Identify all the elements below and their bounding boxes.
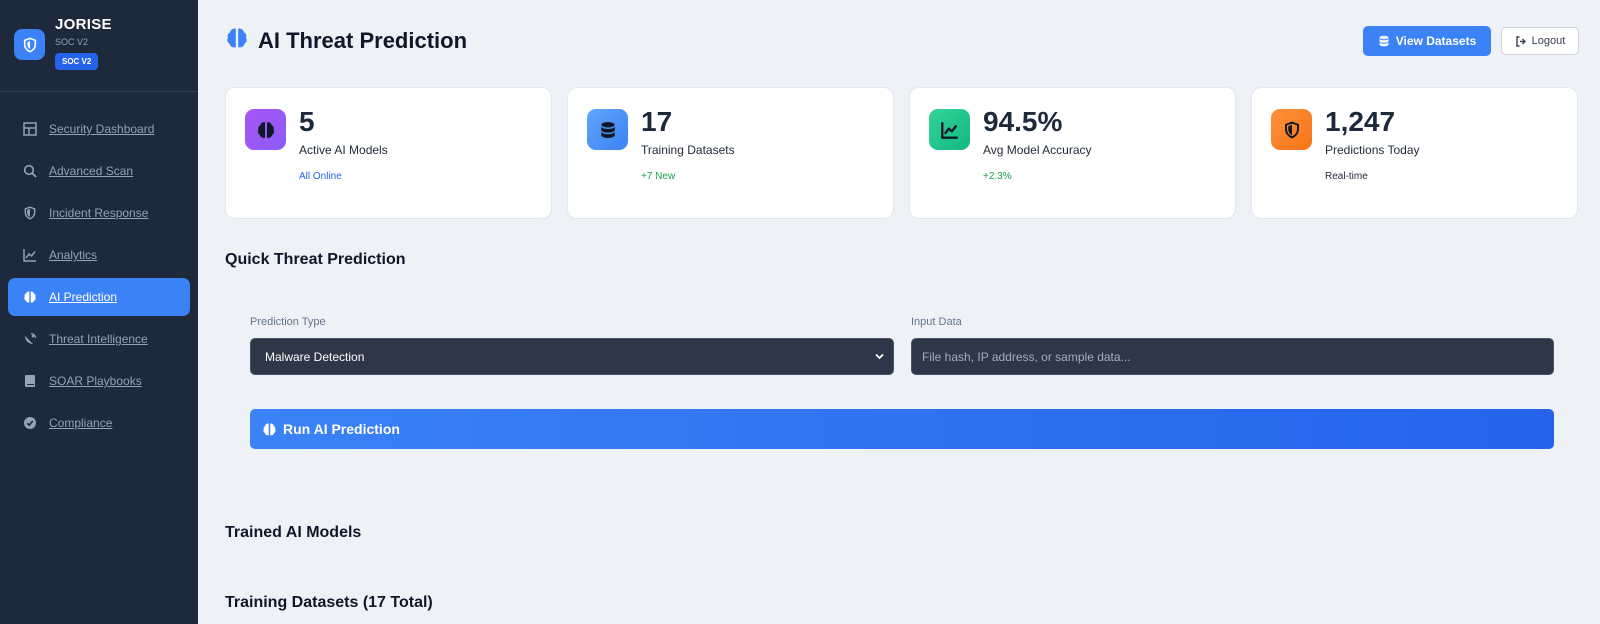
sidebar-item-label: Advanced Scan <box>49 164 134 178</box>
run-ai-prediction-button[interactable]: Run AI Prediction <box>250 409 1554 449</box>
sidebar-item-compliance[interactable]: Compliance <box>8 404 190 442</box>
brain-icon <box>245 109 286 150</box>
shield-logo-icon <box>14 29 45 60</box>
stat-value: 17 <box>641 106 673 137</box>
brain-icon <box>263 423 276 435</box>
logout-button[interactable]: Logout <box>1501 27 1579 55</box>
quick-prediction-title: Quick Threat Prediction <box>225 251 406 268</box>
run-ai-prediction-label: Run AI Prediction <box>283 421 400 437</box>
satellite-dish-icon <box>22 331 38 347</box>
database-icon <box>1379 35 1389 47</box>
line-chart-icon <box>929 109 970 150</box>
prediction-type-value: Malware Detection <box>265 349 365 364</box>
stat-card-active-models: 5 Active AI Models All Online <box>225 87 552 219</box>
sidebar-item-label: Security Dashboard <box>49 122 155 136</box>
logout-label: Logout <box>1531 35 1566 47</box>
search-icon <box>22 163 38 179</box>
brand-subtitle: SOC V2 <box>55 37 89 47</box>
line-chart-icon <box>22 247 38 263</box>
stat-note: Real-time <box>1325 171 1368 182</box>
stat-card-model-accuracy: 94.5% Avg Model Accuracy +2.3% <box>909 87 1236 219</box>
check-badge-icon <box>22 415 38 431</box>
page-header: AI Threat Prediction <box>225 26 467 55</box>
brand: JORISE SOC V2 SOC V2 <box>0 0 198 92</box>
page-title: AI Threat Prediction <box>258 27 468 53</box>
view-datasets-button[interactable]: View Datasets <box>1363 26 1491 56</box>
stat-note: +7 New <box>641 171 676 182</box>
sidebar-item-label: AI Prediction <box>49 290 118 304</box>
database-icon <box>587 109 628 150</box>
sidebar-item-advanced-scan[interactable]: Advanced Scan <box>8 152 190 190</box>
stat-note: All Online <box>299 171 342 182</box>
prediction-type-label: Prediction Type <box>250 316 326 328</box>
brain-icon <box>22 289 38 305</box>
brain-icon <box>225 26 249 55</box>
stat-label: Predictions Today <box>1325 143 1420 157</box>
sidebar-item-label: Compliance <box>49 416 113 430</box>
main-content: AI Threat Prediction View Datasets Logou… <box>198 0 1600 624</box>
stat-value: 1,247 <box>1325 106 1396 137</box>
stat-value: 5 <box>299 106 315 137</box>
sidebar-item-label: Analytics <box>49 248 98 262</box>
input-data-label: Input Data <box>911 316 962 328</box>
sidebar-item-label: Incident Response <box>49 206 149 220</box>
sidebar-item-security-dashboard[interactable]: Security Dashboard <box>8 110 190 148</box>
sidebar-item-analytics[interactable]: Analytics <box>8 236 190 274</box>
dashboard-grid-icon <box>22 121 38 137</box>
stat-label: Training Datasets <box>641 143 735 157</box>
chevron-down-icon <box>875 353 884 360</box>
book-icon <box>22 373 38 389</box>
shield-half-icon <box>1271 109 1312 150</box>
brand-badge: SOC V2 <box>55 53 99 70</box>
input-data-field[interactable] <box>911 338 1554 375</box>
training-datasets-title: Training Datasets (17 Total) <box>225 594 433 611</box>
stats-row: 5 Active AI Models All Online 17 Trainin… <box>225 87 1578 219</box>
stat-card-predictions-today: 1,247 Predictions Today Real-time <box>1251 87 1578 219</box>
view-datasets-label: View Datasets <box>1395 34 1477 48</box>
sidebar-nav: Security Dashboard Advanced Scan Inciden… <box>0 92 198 442</box>
sidebar-item-incident-response[interactable]: Incident Response <box>8 194 190 232</box>
stat-note: +2.3% <box>983 171 1012 182</box>
sidebar: JORISE SOC V2 SOC V2 Security Dashboard … <box>0 0 198 624</box>
logout-icon <box>1515 35 1526 47</box>
stat-label: Active AI Models <box>299 143 388 157</box>
prediction-type-select[interactable]: Malware Detection <box>250 338 894 375</box>
brand-name: JORISE <box>55 16 112 33</box>
shield-half-icon <box>22 205 38 221</box>
stat-label: Avg Model Accuracy <box>983 143 1092 157</box>
trained-models-title: Trained AI Models <box>225 524 362 541</box>
sidebar-item-ai-prediction[interactable]: AI Prediction <box>8 278 190 316</box>
stat-value: 94.5% <box>983 106 1063 137</box>
sidebar-item-soar-playbooks[interactable]: SOAR Playbooks <box>8 362 190 400</box>
sidebar-item-threat-intelligence[interactable]: Threat Intelligence <box>8 320 190 358</box>
stat-card-training-datasets: 17 Training Datasets +7 New <box>567 87 894 219</box>
sidebar-item-label: Threat Intelligence <box>49 332 148 346</box>
sidebar-item-label: SOAR Playbooks <box>49 374 142 388</box>
